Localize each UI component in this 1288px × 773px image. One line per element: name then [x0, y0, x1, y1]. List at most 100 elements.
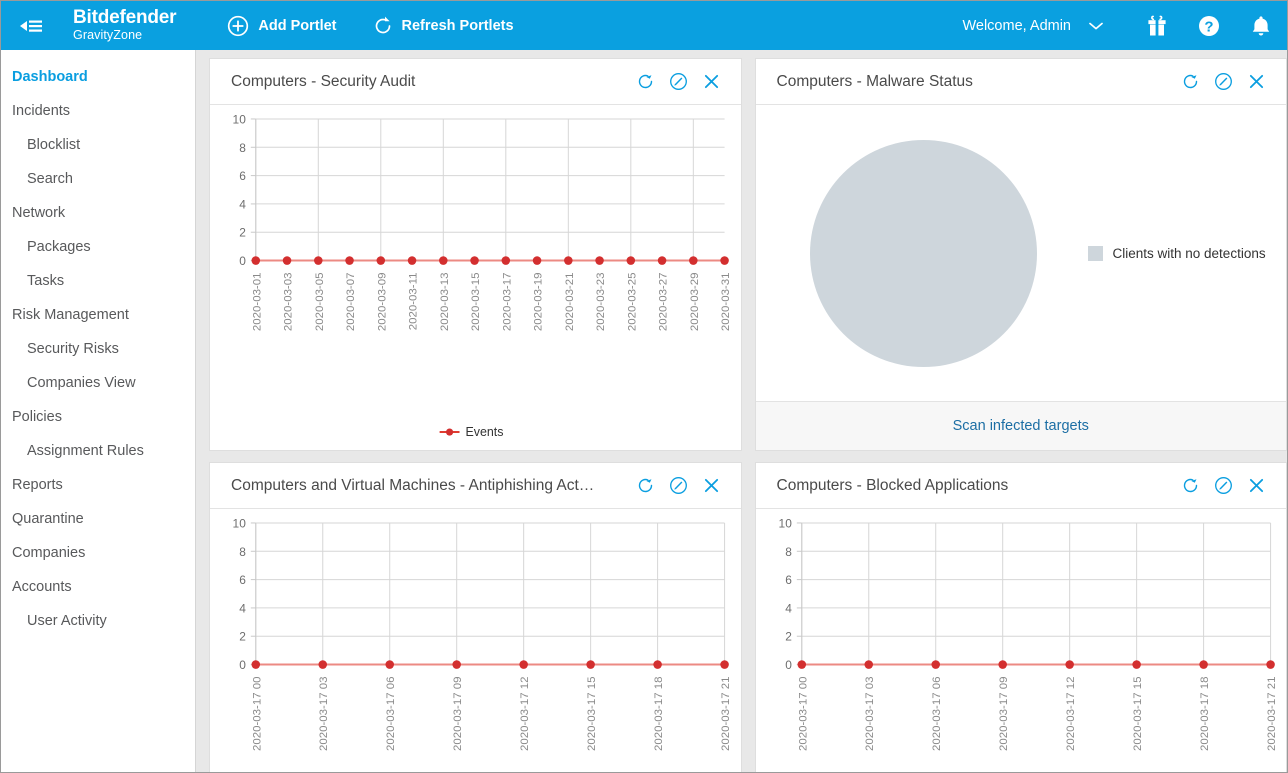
sidebar-item-security-risks[interactable]: Security Risks — [1, 332, 195, 366]
svg-text:2020-03-17 09: 2020-03-17 09 — [452, 677, 464, 751]
sidebar-item-companies-view[interactable]: Companies View — [1, 366, 195, 400]
portlet-edit-icon[interactable] — [662, 476, 695, 495]
brand-logo: Bitdefender GravityZone — [73, 8, 176, 42]
svg-text:2020-03-17 12: 2020-03-17 12 — [1065, 677, 1077, 751]
portlet-actions — [629, 72, 728, 91]
refresh-portlets-button[interactable]: Refresh Portlets — [373, 16, 514, 36]
svg-text:2020-03-11: 2020-03-11 — [408, 273, 420, 331]
sidebar-nav: Dashboard Incidents Blocklist Search Net… — [1, 50, 196, 772]
svg-text:2020-03-07: 2020-03-07 — [345, 273, 357, 332]
svg-text:10: 10 — [233, 516, 247, 530]
chevron-down-icon[interactable] — [1089, 21, 1103, 31]
portlet-footer: Scan infected targets — [756, 401, 1287, 450]
security-audit-line-chart: 02468102020-03-012020-03-032020-03-05202… — [210, 105, 741, 450]
welcome-user-label[interactable]: Welcome, Admin — [962, 18, 1071, 34]
svg-text:2020-03-27: 2020-03-27 — [658, 273, 670, 332]
sidebar-item-companies[interactable]: Companies — [1, 536, 195, 570]
sidebar-item-packages[interactable]: Packages — [1, 230, 195, 264]
add-portlet-button[interactable]: Add Portlet — [227, 15, 336, 37]
svg-text:2: 2 — [785, 630, 792, 644]
antiphishing-line-chart: 0 2 4 6 8 10 2020-03-17 00 2020-03-17 03 2020-03… — [210, 509, 741, 772]
topbar-actions: Add Portlet Refresh Portlets — [227, 15, 549, 37]
sidebar-item-reports[interactable]: Reports — [1, 468, 195, 502]
scan-infected-targets-link[interactable]: Scan infected targets — [953, 418, 1089, 434]
portlet-close-icon[interactable] — [1240, 477, 1273, 494]
svg-text:2020-03-17 09: 2020-03-17 09 — [998, 677, 1010, 751]
svg-text:2020-03-17 15: 2020-03-17 15 — [586, 677, 598, 751]
portlet-refresh-icon[interactable] — [1174, 72, 1207, 91]
brand-product: GravityZone — [73, 29, 176, 42]
pie-slice-clients-no-detections[interactable] — [810, 140, 1037, 367]
portlet-refresh-icon[interactable] — [1174, 476, 1207, 495]
gift-icon[interactable] — [1131, 1, 1183, 50]
help-icon[interactable]: ? — [1183, 1, 1235, 50]
menu-collapse-icon[interactable] — [1, 17, 61, 35]
sidebar-item-quarantine[interactable]: Quarantine — [1, 502, 195, 536]
sidebar-item-accounts[interactable]: Accounts — [1, 570, 195, 604]
gravityzone-dashboard-app: Bitdefender GravityZone Add Portlet — [0, 0, 1288, 773]
pie-chart-wrapper — [774, 140, 1074, 367]
portlet-blocked-applications: Computers - Blocked Applications — [755, 462, 1288, 772]
svg-text:2020-03-15: 2020-03-15 — [470, 273, 482, 332]
sidebar-item-risk-management[interactable]: Risk Management — [1, 298, 195, 332]
legend-swatch-clients-no-detections — [1088, 246, 1103, 261]
portlet-edit-icon[interactable] — [662, 72, 695, 91]
svg-text:2020-03-01: 2020-03-01 — [251, 273, 263, 332]
svg-text:6: 6 — [239, 169, 246, 183]
blocked-applications-line-chart: 02468102020-03-17 002020-03-17 032020-03… — [756, 509, 1287, 772]
add-portlet-label: Add Portlet — [258, 18, 336, 34]
svg-text:0: 0 — [239, 658, 246, 672]
sidebar-item-incidents[interactable]: Incidents — [1, 94, 195, 128]
svg-text:8: 8 — [239, 545, 246, 559]
sidebar-item-search[interactable]: Search — [1, 162, 195, 196]
sidebar-item-policies[interactable]: Policies — [1, 400, 195, 434]
portlet-refresh-icon[interactable] — [629, 72, 662, 91]
sidebar-item-tasks[interactable]: Tasks — [1, 264, 195, 298]
sidebar-item-dashboard[interactable]: Dashboard — [1, 60, 195, 94]
portlet-close-icon[interactable] — [695, 477, 728, 494]
svg-text:2020-03-17 12: 2020-03-17 12 — [519, 677, 531, 751]
portlet-header: Computers - Malware Status — [756, 59, 1287, 105]
sidebar-item-blocklist[interactable]: Blocklist — [1, 128, 195, 162]
svg-text:2020-03-29: 2020-03-29 — [689, 273, 701, 332]
refresh-icon — [373, 16, 393, 36]
svg-text:2020-03-03: 2020-03-03 — [283, 273, 295, 332]
sidebar-item-assignment-rules[interactable]: Assignment Rules — [1, 434, 195, 468]
svg-text:2020-03-17 15: 2020-03-17 15 — [1132, 677, 1144, 751]
dashboard-grid: Computers - Security Audit — [196, 50, 1287, 772]
svg-text:2: 2 — [239, 630, 246, 644]
svg-text:6: 6 — [239, 573, 246, 587]
svg-text:2020-03-17 03: 2020-03-17 03 — [318, 677, 330, 751]
portlet-close-icon[interactable] — [1240, 73, 1273, 90]
portlet-refresh-icon[interactable] — [629, 476, 662, 495]
svg-text:2020-03-17 06: 2020-03-17 06 — [931, 677, 943, 751]
notifications-bell-icon[interactable] — [1235, 1, 1287, 50]
svg-text:Events: Events — [465, 425, 503, 439]
sidebar-item-user-activity[interactable]: User Activity — [1, 604, 195, 638]
plus-circle-icon — [227, 15, 249, 37]
svg-text:4: 4 — [785, 601, 792, 615]
portlet-title: Computers and Virtual Machines - Antiphi… — [231, 477, 621, 495]
svg-text:2020-03-05: 2020-03-05 — [314, 273, 326, 332]
svg-text:0: 0 — [239, 254, 246, 268]
portlet-actions — [629, 476, 728, 495]
portlet-body: 0 2 4 6 8 10 2020-03-17 00 2020-03-17 03 2020-03… — [210, 509, 741, 772]
portlet-close-icon[interactable] — [695, 73, 728, 90]
malware-status-chart: Clients with no detections — [756, 105, 1287, 401]
portlet-header: Computers - Security Audit — [210, 59, 741, 105]
svg-text:2020-03-09: 2020-03-09 — [376, 273, 388, 332]
svg-text:2020-03-17 06: 2020-03-17 06 — [385, 677, 397, 751]
portlet-body: 02468102020-03-012020-03-032020-03-05202… — [210, 105, 741, 450]
svg-text:2020-03-23: 2020-03-23 — [595, 273, 607, 332]
svg-text:2020-03-17 18: 2020-03-17 18 — [653, 677, 665, 751]
legend-label-clients-no-detections: Clients with no detections — [1113, 246, 1266, 261]
portlet-edit-icon[interactable] — [1207, 476, 1240, 495]
portlet-edit-icon[interactable] — [1207, 72, 1240, 91]
svg-text:4: 4 — [239, 601, 246, 615]
svg-text:2020-03-17 00: 2020-03-17 00 — [251, 677, 263, 751]
svg-text:4: 4 — [239, 197, 246, 211]
brand-name: Bitdefender — [73, 8, 176, 27]
sidebar-item-network[interactable]: Network — [1, 196, 195, 230]
svg-text:10: 10 — [233, 112, 247, 126]
svg-text:8: 8 — [239, 141, 246, 155]
